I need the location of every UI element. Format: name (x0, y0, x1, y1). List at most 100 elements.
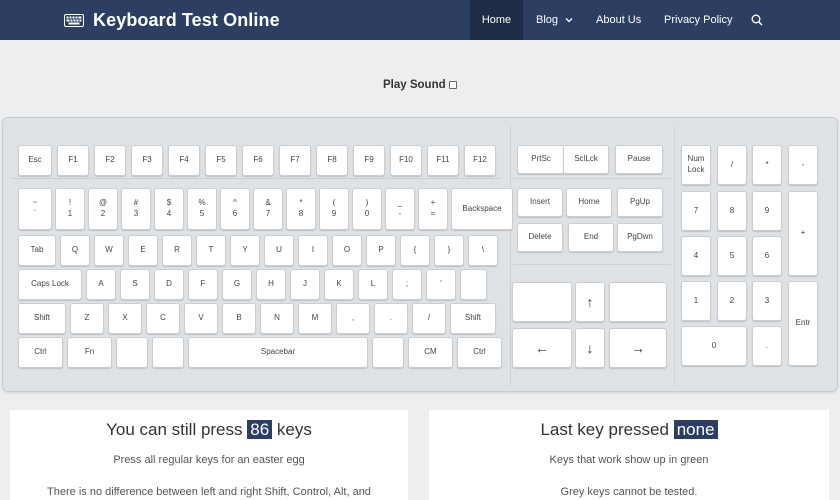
key-n[interactable]: N (260, 303, 294, 334)
key-symbol[interactable]: ! 1 (55, 188, 85, 230)
key-fn[interactable]: Fn (67, 337, 112, 368)
key-pause[interactable]: Pause (615, 145, 663, 174)
key-z[interactable]: Z (70, 303, 104, 334)
key-scllck[interactable]: SclLck (563, 145, 609, 174)
key-e[interactable]: E (128, 235, 158, 266)
key-f3[interactable]: F3 (131, 145, 163, 176)
key-end[interactable]: End (568, 223, 614, 252)
nav-home[interactable]: Home (470, 0, 523, 40)
key-blank[interactable] (372, 337, 404, 368)
key-symbol[interactable]: \ (468, 235, 498, 266)
numpad-key-5[interactable]: 5 (717, 236, 747, 276)
key-shift[interactable]: Shift (18, 303, 66, 334)
key-c[interactable]: C (146, 303, 180, 334)
numpad-key-3[interactable]: 3 (752, 281, 782, 321)
key-tab[interactable]: Tab (18, 235, 56, 266)
numpad-key-symbol[interactable]: - (788, 145, 818, 185)
key-ctrl[interactable]: Ctrl (18, 337, 63, 368)
key-backspace[interactable]: Backspace (451, 188, 513, 230)
search-button[interactable] (751, 0, 763, 40)
numpad-key-symbol[interactable]: * (752, 145, 782, 185)
key-f10[interactable]: F10 (390, 145, 422, 176)
key-symbol[interactable]: (9 (319, 188, 349, 230)
key-f[interactable]: F (188, 269, 218, 300)
key-r[interactable]: R (162, 235, 192, 266)
numpad-key-8[interactable]: 8 (717, 191, 747, 231)
numpad-key-symbol[interactable]: . (752, 326, 782, 366)
key-home[interactable]: Home (566, 188, 612, 217)
numpad-key-1[interactable]: 1 (681, 281, 711, 321)
key-g[interactable]: G (222, 269, 252, 300)
numpad-key-symbol[interactable]: + (788, 191, 818, 276)
key-x[interactable]: X (108, 303, 142, 334)
key-f9[interactable]: F9 (353, 145, 385, 176)
numpad-key-7[interactable]: 7 (681, 191, 711, 231)
key-symbol[interactable]: ; (392, 269, 422, 300)
numpad-key-0[interactable]: 0 (681, 326, 747, 366)
key-insert[interactable]: Insert (517, 188, 563, 217)
key-f6[interactable]: F6 (242, 145, 274, 176)
brand[interactable]: Keyboard Test Online (64, 0, 280, 40)
key-symbol[interactable]: } (434, 235, 464, 266)
key-symbol[interactable]: / (412, 303, 446, 334)
key-v[interactable]: V (184, 303, 218, 334)
key-shift[interactable]: Shift (450, 303, 496, 334)
key-o[interactable]: O (332, 235, 362, 266)
key-arrow-up[interactable]: ↑ (575, 282, 605, 322)
numpad-key-entr[interactable]: Entr (788, 281, 818, 366)
key-symbol[interactable]: ~ ` (18, 188, 52, 230)
play-sound-toggle[interactable]: Play Sound (383, 79, 457, 91)
key-f2[interactable]: F2 (94, 145, 126, 176)
key-pgup[interactable]: PgUp (617, 188, 663, 217)
key-f12[interactable]: F12 (464, 145, 496, 176)
key-t[interactable]: T (196, 235, 226, 266)
key-caps-lock[interactable]: Caps Lock (18, 269, 82, 300)
key-p[interactable]: P (366, 235, 396, 266)
nav-blog[interactable]: Blog (536, 0, 573, 40)
key-delete[interactable]: Delete (517, 223, 563, 252)
key-esc[interactable]: Esc (18, 145, 52, 176)
numpad-key-2[interactable]: 2 (717, 281, 747, 321)
key-w[interactable]: W (94, 235, 124, 266)
key-symbol[interactable]: { (400, 235, 430, 266)
key-symbol[interactable]: #3 (121, 188, 151, 230)
nav-privacy-policy[interactable]: Privacy Policy (664, 0, 732, 40)
key-y[interactable]: Y (230, 235, 260, 266)
key-arrow-down[interactable]: ↓ (575, 328, 605, 368)
key-symbol[interactable]: , (336, 303, 370, 334)
key-symbol[interactable]: @2 (88, 188, 118, 230)
key-blank[interactable] (116, 337, 148, 368)
key-symbol[interactable]: ' (426, 269, 456, 300)
key-k[interactable]: K (324, 269, 354, 300)
key-symbol[interactable]: _ - (385, 188, 415, 230)
play-sound-checkbox[interactable] (448, 81, 457, 89)
numpad-key-6[interactable]: 6 (752, 236, 782, 276)
key-symbol[interactable]: * 8 (286, 188, 316, 230)
key-d[interactable]: D (154, 269, 184, 300)
key-symbol[interactable]: % 5 (187, 188, 217, 230)
key-symbol[interactable]: ) 0 (352, 188, 382, 230)
key-f1[interactable]: F1 (57, 145, 89, 176)
key-symbol[interactable]: + = (418, 188, 448, 230)
key-q[interactable]: Q (60, 235, 90, 266)
key-j[interactable]: J (290, 269, 320, 300)
key-blank[interactable] (152, 337, 184, 368)
numpad-key-9[interactable]: 9 (752, 191, 782, 231)
key-prtsc[interactable]: PrtSc (517, 145, 565, 174)
numpad-key-numlock[interactable]: Num Lock (681, 145, 711, 185)
key-blank[interactable] (609, 282, 667, 322)
key-arrow-left[interactable]: ← (512, 328, 572, 368)
key-spacebar[interactable]: Spacebar (188, 337, 368, 368)
numpad-key-symbol[interactable]: / (717, 145, 747, 185)
key-s[interactable]: S (120, 269, 150, 300)
numpad-key-4[interactable]: 4 (681, 236, 711, 276)
key-symbol[interactable]: $4 (154, 188, 184, 230)
key-l[interactable]: L (358, 269, 388, 300)
key-ctrl[interactable]: Ctrl (457, 337, 502, 368)
key-i[interactable]: I (298, 235, 328, 266)
key-b[interactable]: B (222, 303, 256, 334)
key-f8[interactable]: F8 (316, 145, 348, 176)
key-a[interactable]: A (86, 269, 116, 300)
key-blank[interactable] (460, 269, 487, 300)
key-pgdwn[interactable]: PgDwn (617, 223, 663, 252)
